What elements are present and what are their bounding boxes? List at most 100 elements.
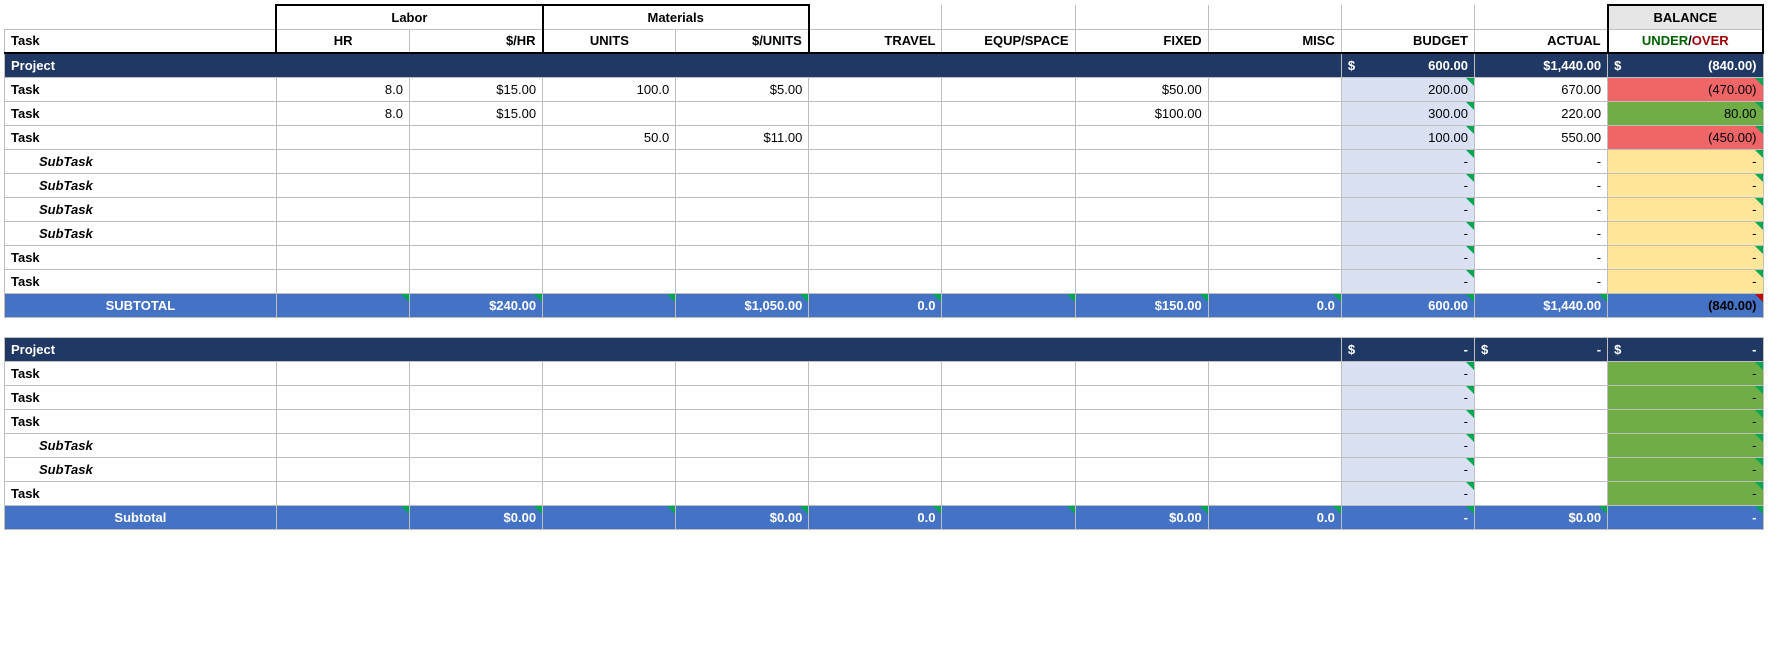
task-name-cell[interactable]: SubTask xyxy=(5,197,277,221)
fixed-cell[interactable] xyxy=(1075,269,1208,293)
perhr-cell[interactable]: $15.00 xyxy=(409,101,542,125)
misc-cell[interactable] xyxy=(1208,125,1341,149)
task-name-cell[interactable]: Task xyxy=(5,481,277,505)
units-cell[interactable]: 50.0 xyxy=(543,125,676,149)
fixed-cell[interactable] xyxy=(1075,173,1208,197)
misc-cell[interactable] xyxy=(1208,361,1341,385)
budget-cell[interactable]: - xyxy=(1341,269,1474,293)
budget-cell[interactable]: - xyxy=(1341,385,1474,409)
task-name-cell[interactable]: SubTask xyxy=(5,173,277,197)
perunits-cell[interactable] xyxy=(676,101,809,125)
travel-cell[interactable] xyxy=(809,173,942,197)
actual-cell[interactable]: - xyxy=(1474,149,1607,173)
misc-cell[interactable] xyxy=(1208,385,1341,409)
budget-cell[interactable]: 200.00 xyxy=(1341,77,1474,101)
budget-cell[interactable]: - xyxy=(1341,361,1474,385)
task-name-cell[interactable]: SubTask xyxy=(5,433,277,457)
balance-cell[interactable]: - xyxy=(1608,409,1763,433)
fixed-cell[interactable] xyxy=(1075,245,1208,269)
project-title[interactable]: Project xyxy=(5,337,1342,361)
misc-cell[interactable] xyxy=(1208,433,1341,457)
travel-cell[interactable] xyxy=(809,457,942,481)
actual-cell[interactable] xyxy=(1474,433,1607,457)
balance-cell[interactable]: - xyxy=(1608,149,1763,173)
fixed-cell[interactable] xyxy=(1075,125,1208,149)
task-name-cell[interactable]: Task xyxy=(5,101,277,125)
perhr-cell[interactable] xyxy=(409,433,542,457)
table-row[interactable]: Task - - xyxy=(5,385,1764,409)
travel-cell[interactable] xyxy=(809,361,942,385)
equp-cell[interactable] xyxy=(942,433,1075,457)
task-name-cell[interactable]: SubTask xyxy=(5,457,277,481)
balance-cell[interactable]: 80.00 xyxy=(1608,101,1763,125)
perhr-cell[interactable] xyxy=(409,409,542,433)
misc-cell[interactable] xyxy=(1208,173,1341,197)
travel-cell[interactable] xyxy=(809,385,942,409)
misc-cell[interactable] xyxy=(1208,77,1341,101)
budget-cell[interactable]: 100.00 xyxy=(1341,125,1474,149)
units-cell[interactable] xyxy=(543,269,676,293)
task-name-cell[interactable]: Task xyxy=(5,385,277,409)
table-row[interactable]: Task--- xyxy=(5,269,1764,293)
balance-cell[interactable]: - xyxy=(1608,269,1763,293)
balance-cell[interactable]: - xyxy=(1608,385,1763,409)
project-header-row[interactable]: Project $600.00 $1,440.00 $(840.00) xyxy=(5,53,1764,77)
perunits-cell[interactable] xyxy=(676,361,809,385)
hr-cell[interactable] xyxy=(276,433,409,457)
perhr-cell[interactable]: $15.00 xyxy=(409,77,542,101)
table-row[interactable]: SubTask--- xyxy=(5,173,1764,197)
table-row[interactable]: Task8.0$15.00$100.00300.00220.0080.00 xyxy=(5,101,1764,125)
perunits-cell[interactable] xyxy=(676,457,809,481)
equp-cell[interactable] xyxy=(942,125,1075,149)
perunits-cell[interactable] xyxy=(676,173,809,197)
units-cell[interactable] xyxy=(543,433,676,457)
budget-cell[interactable]: 300.00 xyxy=(1341,101,1474,125)
table-row[interactable]: Task-- xyxy=(5,361,1764,385)
table-row[interactable]: SubTask-- xyxy=(5,457,1764,481)
equp-cell[interactable] xyxy=(942,481,1075,505)
task-name-cell[interactable]: Task xyxy=(5,269,277,293)
table-row[interactable]: Task50.0$11.00100.00550.00(450.00) xyxy=(5,125,1764,149)
misc-cell[interactable] xyxy=(1208,149,1341,173)
hr-cell[interactable]: 8.0 xyxy=(276,101,409,125)
balance-cell[interactable]: - xyxy=(1608,221,1763,245)
table-row[interactable]: Task-- xyxy=(5,409,1764,433)
hr-cell[interactable] xyxy=(276,173,409,197)
units-cell[interactable] xyxy=(543,409,676,433)
perunits-cell[interactable] xyxy=(676,433,809,457)
fixed-cell[interactable] xyxy=(1075,221,1208,245)
equp-cell[interactable] xyxy=(942,197,1075,221)
equp-cell[interactable] xyxy=(942,245,1075,269)
budget-spreadsheet[interactable]: Labor Materials BALANCE Task HR $/HR UNI… xyxy=(4,4,1764,530)
fixed-cell[interactable] xyxy=(1075,409,1208,433)
budget-cell[interactable]: - xyxy=(1341,197,1474,221)
equp-cell[interactable] xyxy=(942,269,1075,293)
fixed-cell[interactable] xyxy=(1075,481,1208,505)
hr-cell[interactable]: 8.0 xyxy=(276,77,409,101)
equp-cell[interactable] xyxy=(942,409,1075,433)
budget-cell[interactable]: - xyxy=(1341,409,1474,433)
table-row[interactable]: SubTask--- xyxy=(5,221,1764,245)
fixed-cell[interactable] xyxy=(1075,361,1208,385)
misc-cell[interactable] xyxy=(1208,481,1341,505)
table-row[interactable]: SubTask-- xyxy=(5,433,1764,457)
equp-cell[interactable] xyxy=(942,457,1075,481)
perunits-cell[interactable]: $5.00 xyxy=(676,77,809,101)
budget-cell[interactable]: - xyxy=(1341,149,1474,173)
units-cell[interactable] xyxy=(543,149,676,173)
project-title[interactable]: Project xyxy=(5,53,1342,77)
perhr-cell[interactable] xyxy=(409,457,542,481)
units-cell[interactable] xyxy=(543,385,676,409)
balance-cell[interactable]: - xyxy=(1608,245,1763,269)
task-name-cell[interactable]: SubTask xyxy=(5,221,277,245)
units-cell[interactable] xyxy=(543,457,676,481)
perhr-cell[interactable] xyxy=(409,149,542,173)
equp-cell[interactable] xyxy=(942,101,1075,125)
hr-cell[interactable] xyxy=(276,269,409,293)
perunits-cell[interactable] xyxy=(676,245,809,269)
hr-cell[interactable] xyxy=(276,481,409,505)
hr-cell[interactable] xyxy=(276,125,409,149)
balance-cell[interactable]: - xyxy=(1608,433,1763,457)
actual-cell[interactable]: - xyxy=(1474,173,1607,197)
travel-cell[interactable] xyxy=(809,481,942,505)
